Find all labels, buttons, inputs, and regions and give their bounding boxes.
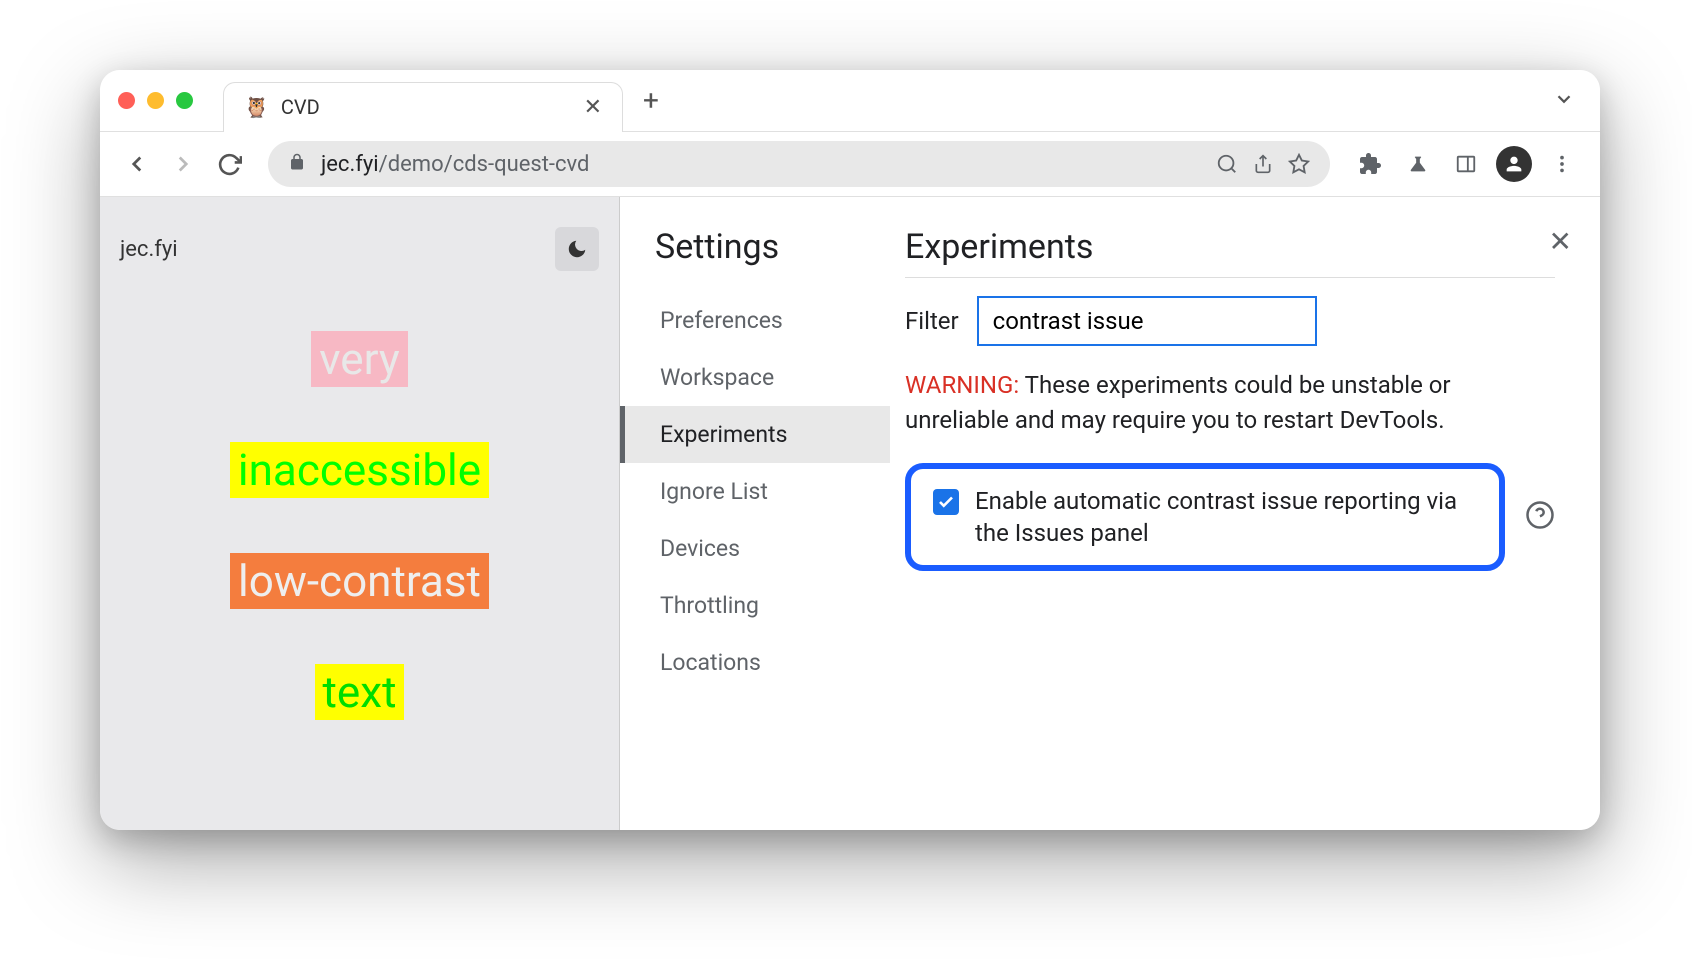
- nav-throttling[interactable]: Throttling: [655, 577, 890, 634]
- nav-workspace[interactable]: Workspace: [655, 349, 890, 406]
- browser-window: 🦉 CVD ✕ + jec.fyi/demo/cds-quest-cvd: [100, 70, 1600, 830]
- labs-icon[interactable]: [1398, 144, 1438, 184]
- zoom-icon[interactable]: [1216, 153, 1238, 175]
- page-content: jec.fyi very inaccessible low-contrast t…: [100, 197, 620, 830]
- demo-word: inaccessible: [230, 442, 489, 498]
- experiment-item[interactable]: Enable automatic contrast issue reportin…: [905, 463, 1505, 572]
- menu-button[interactable]: [1542, 144, 1582, 184]
- window-minimize-button[interactable]: [147, 92, 164, 109]
- settings-content: Experiments Filter WARNING: These experi…: [890, 197, 1600, 830]
- experiments-title: Experiments: [905, 227, 1555, 278]
- nav-ignore-list[interactable]: Ignore List: [655, 463, 890, 520]
- demo-words: very inaccessible low-contrast text: [120, 331, 599, 720]
- window-close-button[interactable]: [118, 92, 135, 109]
- page-header: jec.fyi: [120, 227, 599, 271]
- demo-word: very: [311, 331, 407, 387]
- back-button[interactable]: [118, 145, 156, 183]
- reload-button[interactable]: [210, 145, 248, 183]
- new-tab-button[interactable]: +: [643, 84, 659, 117]
- address-bar[interactable]: jec.fyi/demo/cds-quest-cvd: [268, 141, 1330, 187]
- window-maximize-button[interactable]: [176, 92, 193, 109]
- tab-title: CVD: [281, 95, 572, 119]
- forward-button[interactable]: [164, 145, 202, 183]
- check-icon: [937, 493, 955, 511]
- close-settings-button[interactable]: ✕: [1549, 225, 1572, 258]
- lock-icon: [288, 153, 306, 175]
- moon-icon: [566, 238, 588, 260]
- demo-word: text: [315, 664, 405, 720]
- toolbar: jec.fyi/demo/cds-quest-cvd: [100, 132, 1600, 197]
- devtools-settings-panel: ✕ Settings Preferences Workspace Experim…: [620, 197, 1600, 830]
- share-icon[interactable]: [1253, 154, 1273, 174]
- content-area: jec.fyi very inaccessible low-contrast t…: [100, 197, 1600, 830]
- site-name: jec.fyi: [120, 237, 178, 262]
- filter-label: Filter: [905, 307, 959, 335]
- tab-bar: 🦉 CVD ✕ +: [100, 70, 1600, 132]
- tab-close-button[interactable]: ✕: [584, 95, 602, 120]
- demo-word: low-contrast: [230, 553, 489, 609]
- sidepanel-icon[interactable]: [1446, 144, 1486, 184]
- bookmark-icon[interactable]: [1288, 153, 1310, 175]
- experiment-row: Enable automatic contrast issue reportin…: [905, 463, 1555, 572]
- experiment-label: Enable automatic contrast issue reportin…: [975, 485, 1477, 550]
- browser-tab[interactable]: 🦉 CVD ✕: [223, 82, 623, 132]
- nav-devices[interactable]: Devices: [655, 520, 890, 577]
- warning-text: WARNING: These experiments could be unst…: [905, 368, 1555, 438]
- experiment-checkbox[interactable]: [933, 489, 959, 515]
- help-icon[interactable]: [1525, 500, 1555, 534]
- extensions-icon[interactable]: [1350, 144, 1390, 184]
- settings-sidebar: Settings Preferences Workspace Experimen…: [620, 197, 890, 830]
- settings-nav: Preferences Workspace Experiments Ignore…: [655, 292, 890, 691]
- window-controls: [118, 92, 193, 109]
- warning-label: WARNING:: [905, 371, 1019, 399]
- nav-locations[interactable]: Locations: [655, 634, 890, 691]
- tab-favicon: 🦉: [244, 95, 269, 119]
- theme-toggle-button[interactable]: [555, 227, 599, 271]
- filter-row: Filter: [905, 296, 1555, 346]
- nav-experiments[interactable]: Experiments: [620, 406, 890, 463]
- filter-input[interactable]: [977, 296, 1317, 346]
- url-text: jec.fyi/demo/cds-quest-cvd: [321, 152, 1201, 177]
- profile-avatar[interactable]: [1494, 144, 1534, 184]
- settings-title: Settings: [655, 227, 890, 267]
- nav-preferences[interactable]: Preferences: [655, 292, 890, 349]
- tabs-dropdown-button[interactable]: [1553, 88, 1575, 114]
